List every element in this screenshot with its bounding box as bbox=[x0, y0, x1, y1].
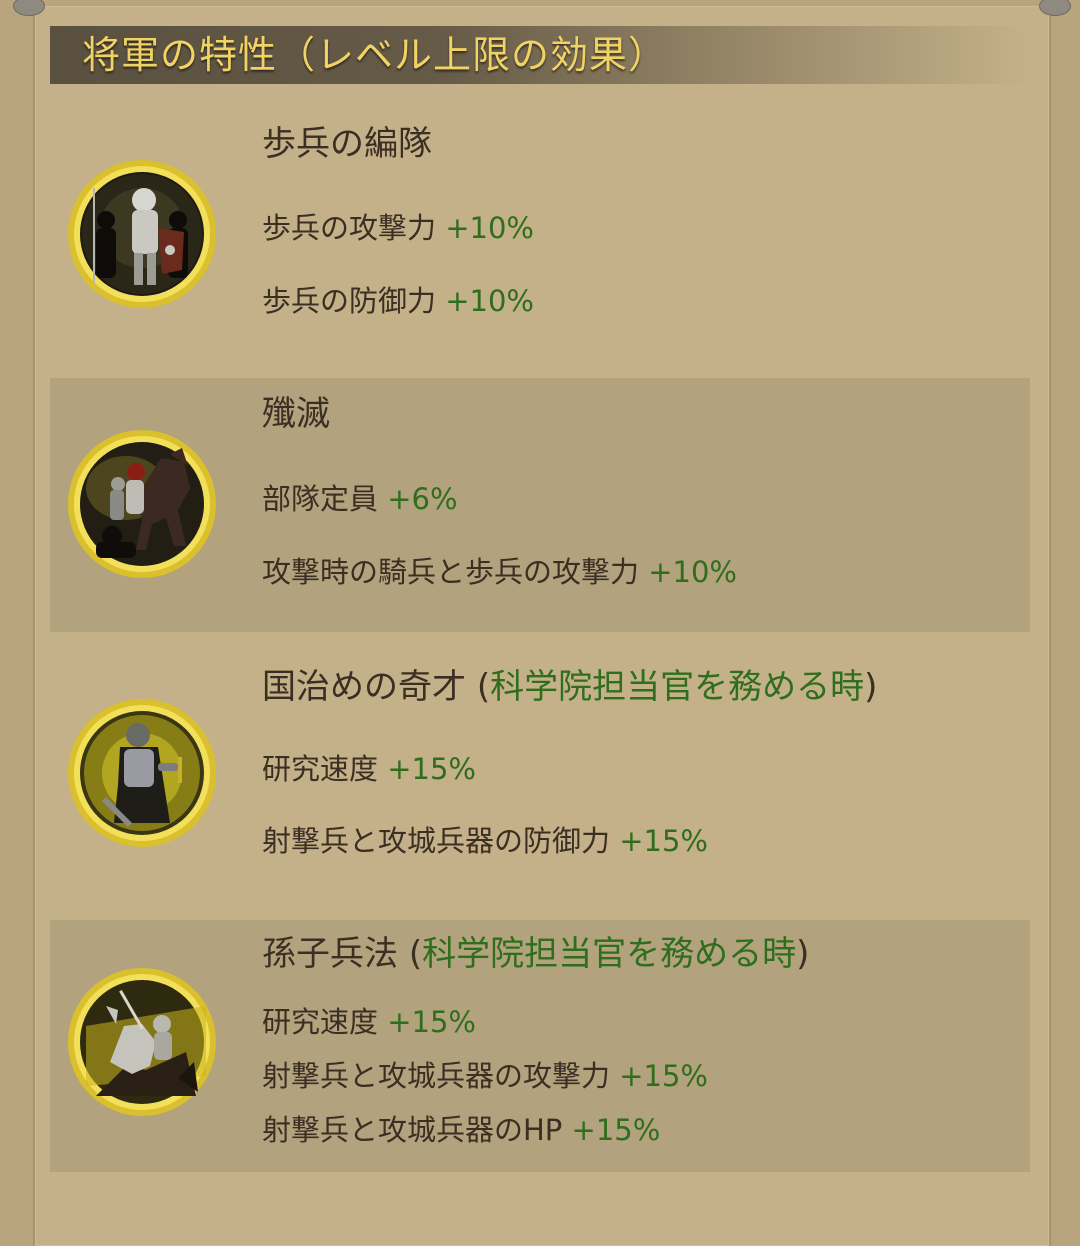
trait-effect: 射撃兵と攻城兵器のHP +15% bbox=[262, 1112, 660, 1148]
armored-general-icon bbox=[66, 697, 218, 849]
effect-value: +15% bbox=[571, 1113, 661, 1147]
effect-value: +15% bbox=[619, 1059, 708, 1093]
trait-effect: 歩兵の攻撃力 +10% bbox=[262, 210, 534, 246]
panel-corner-left bbox=[13, 0, 45, 16]
effect-label: 歩兵の防御力 bbox=[262, 284, 437, 318]
trait-title: 歩兵の編隊 bbox=[262, 124, 432, 164]
trait-condition: 科学院担当官を務める時 bbox=[422, 934, 797, 974]
trait-effect: 攻撃時の騎兵と歩兵の攻撃力 +10% bbox=[262, 554, 737, 590]
trait-effect: 射撃兵と攻城兵器の防御力 +15% bbox=[262, 823, 708, 859]
infantry-knights-icon bbox=[66, 158, 218, 310]
effect-value: +6% bbox=[387, 482, 458, 516]
trait-item: 国治めの奇才 (科学院担当官を務める時) 研究速度 +15% 射撃兵と攻城兵器の… bbox=[50, 650, 1030, 900]
effect-label: 攻撃時の騎兵と歩兵の攻撃力 bbox=[262, 555, 640, 589]
effect-label: 射撃兵と攻城兵器のHP bbox=[262, 1113, 563, 1147]
effect-value: +15% bbox=[619, 824, 708, 858]
panel-corner-right bbox=[1039, 0, 1071, 16]
effect-value: +15% bbox=[387, 1005, 476, 1039]
effect-value: +10% bbox=[445, 211, 534, 245]
trait-effect: 研究速度 +15% bbox=[262, 751, 476, 787]
effect-label: 研究速度 bbox=[262, 1005, 379, 1039]
effect-label: 射撃兵と攻城兵器の攻撃力 bbox=[262, 1059, 611, 1093]
effect-value: +15% bbox=[387, 752, 476, 786]
trait-effect: 歩兵の防御力 +10% bbox=[262, 283, 534, 319]
trait-title: 殲滅 bbox=[262, 394, 330, 434]
cavalry-charge-icon bbox=[66, 428, 218, 580]
mounted-knight-icon bbox=[66, 966, 218, 1118]
trait-item: 孫子兵法 (科学院担当官を務める時) 研究速度 +15% 射撃兵と攻城兵器の攻撃… bbox=[50, 920, 1030, 1172]
effect-label: 歩兵の攻撃力 bbox=[262, 211, 437, 245]
effect-label: 射撃兵と攻城兵器の防御力 bbox=[262, 824, 611, 858]
section-title: 将軍の特性（レベル上限の効果） bbox=[82, 33, 668, 77]
trait-condition: 科学院担当官を務める時 bbox=[490, 667, 865, 707]
section-header: 将軍の特性（レベル上限の効果） bbox=[50, 26, 1030, 84]
trait-effect: 部隊定員 +6% bbox=[262, 481, 458, 517]
effect-label: 部隊定員 bbox=[262, 482, 379, 516]
trait-title: 孫子兵法 (科学院担当官を務める時) bbox=[262, 934, 810, 974]
trait-item: 歩兵の編隊 歩兵の攻撃力 +10% 歩兵の防御力 +10% bbox=[50, 110, 1030, 360]
trait-title: 国治めの奇才 (科学院担当官を務める時) bbox=[262, 667, 878, 707]
effect-value: +10% bbox=[445, 284, 534, 318]
effect-value: +10% bbox=[648, 555, 737, 589]
trait-item: 殲滅 部隊定員 +6% 攻撃時の騎兵と歩兵の攻撃力 +10% bbox=[50, 378, 1030, 632]
trait-effect: 射撃兵と攻城兵器の攻撃力 +15% bbox=[262, 1058, 708, 1094]
effect-label: 研究速度 bbox=[262, 752, 379, 786]
trait-effect: 研究速度 +15% bbox=[262, 1004, 476, 1040]
